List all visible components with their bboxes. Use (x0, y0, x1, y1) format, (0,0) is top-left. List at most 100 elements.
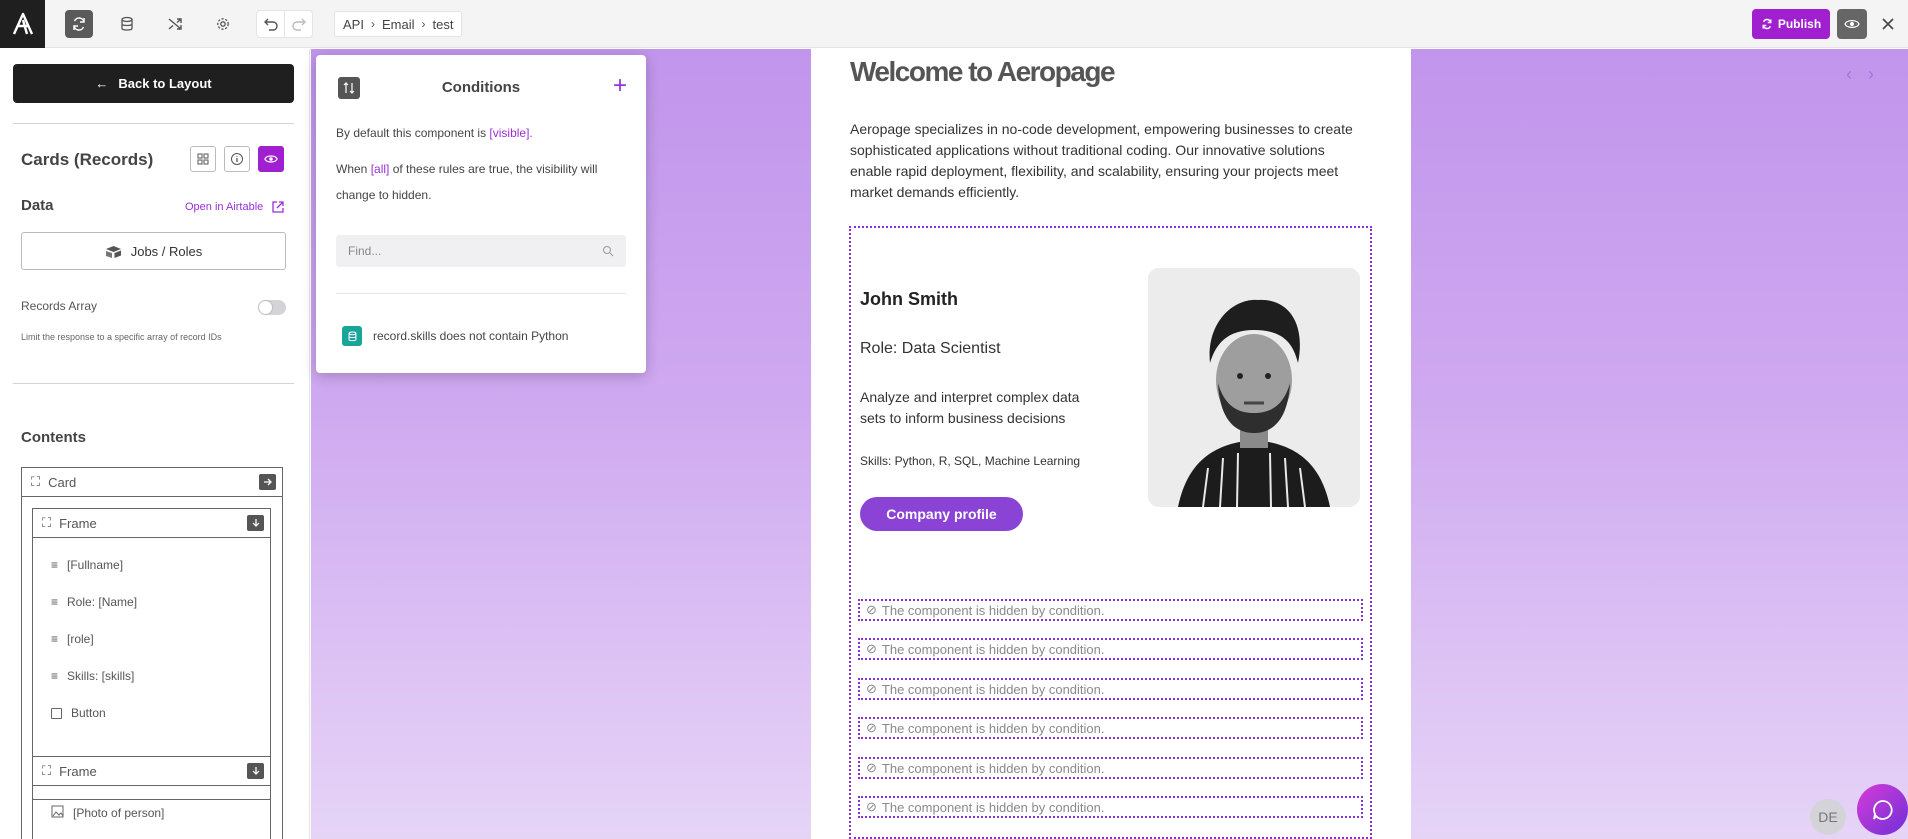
sync-icon (1762, 18, 1772, 30)
breadcrumb-item[interactable]: API (343, 17, 364, 32)
back-to-layout-button[interactable]: ← Back to Layout (13, 64, 294, 103)
tree-leaf-label: [role] (67, 632, 94, 646)
conditions-title: Conditions (441, 79, 521, 96)
hidden-message: The component is hidden by condition. (881, 602, 1105, 618)
person-photo (1148, 268, 1360, 507)
tree-leaf-button[interactable]: Button (51, 706, 106, 720)
tree-leaf-label: [Photo of person] (73, 806, 165, 820)
rule-database-icon (342, 326, 362, 346)
frame-icon: ⛶ (42, 763, 52, 778)
tree-leaf-role[interactable]: ≡ [role] (51, 632, 94, 646)
hidden-component-placeholder[interactable]: ⊘ The component is hidden by condition. (858, 638, 1363, 660)
divider (13, 383, 294, 384)
tree-leaf-skills[interactable]: ≡ Skills: [skills] (51, 669, 134, 683)
find-input[interactable]: Find... (336, 235, 626, 267)
arrow-left-icon: ← (95, 76, 109, 91)
sync-icon[interactable] (65, 10, 93, 38)
hidden-message: The component is hidden by condition. (881, 641, 1105, 657)
chevron-right-icon: › (421, 17, 426, 31)
arrow-right-icon[interactable] (259, 474, 276, 490)
hidden-component-placeholder[interactable]: ⊘ The component is hidden by condition. (858, 717, 1363, 739)
rule-logic-text: When [all] of these rules are true, the … (336, 156, 636, 208)
airtable-icon (105, 245, 121, 258)
eye-off-icon: ⊘ (866, 760, 877, 775)
component-title: Cards (Records) (21, 150, 154, 169)
hidden-message: The component is hidden by condition. (881, 681, 1105, 697)
tree-leaf-fullname[interactable]: ≡ [Fullname] (51, 558, 123, 572)
default-visibility-text: By default this component is [visible]. (336, 120, 636, 146)
publish-button[interactable]: Publish (1752, 9, 1830, 39)
tree-node-frame[interactable]: ⛶ Frame (32, 756, 271, 786)
records-array-label: Records Array (21, 299, 98, 313)
condition-rule[interactable]: record.skills does not contain Python (373, 329, 568, 343)
hidden-component-placeholder[interactable]: ⊘ The component is hidden by condition. (858, 757, 1363, 779)
tree-leaf-photo[interactable]: [Photo of person] (51, 805, 164, 821)
frame-icon: ⛶ (31, 474, 41, 489)
rule-match-value[interactable]: [all] (371, 162, 390, 176)
database-icon[interactable] (113, 10, 141, 38)
company-profile-button[interactable]: Company profile (860, 497, 1023, 531)
hidden-component-placeholder[interactable]: ⊘ The component is hidden by condition. (858, 678, 1363, 700)
card-role: Role: Data Scientist (860, 340, 1001, 357)
visibility-eye-icon[interactable] (258, 146, 284, 172)
tree-leaf-role-name[interactable]: ≡ Role: [Name] (51, 595, 137, 609)
conditions-popup: Conditions + By default this component i… (316, 55, 646, 373)
tree-node-frame[interactable]: ⛶ Frame (32, 508, 271, 538)
eye-off-icon: ⊘ (866, 799, 877, 814)
divider (13, 123, 294, 124)
tree-node-label: Card (48, 474, 77, 490)
chevron-right-icon[interactable]: › (1868, 64, 1874, 85)
tree-leaf-label: Button (71, 706, 106, 720)
aeropage-logo[interactable] (0, 0, 45, 48)
contents-label: Contents (21, 429, 86, 446)
eye-icon (1844, 19, 1860, 29)
eye-off-icon: ⊘ (866, 720, 877, 735)
tree-leaf-label: [Fullname] (67, 558, 124, 572)
breadcrumb-item[interactable]: test (432, 17, 453, 32)
user-avatar[interactable]: DE (1810, 799, 1846, 835)
breadcrumb: API › Email › test (334, 11, 463, 37)
shuffle-icon[interactable] (161, 10, 189, 38)
gear-icon[interactable] (209, 10, 237, 38)
data-section-label: Data (21, 197, 54, 214)
table-select-button[interactable]: Jobs / Roles (21, 232, 286, 270)
page-heading: Welcome to Aeropage (850, 56, 1116, 87)
page-nav: ‹ › (1846, 64, 1874, 85)
grid-icon[interactable] (190, 146, 216, 172)
external-link-icon (272, 201, 284, 213)
breadcrumb-item[interactable]: Email (382, 17, 415, 32)
redo-icon[interactable] (284, 10, 313, 38)
text-lines-icon: ≡ (51, 669, 59, 683)
chat-button[interactable] (1857, 784, 1908, 835)
hidden-component-placeholder[interactable]: ⊘ The component is hidden by condition. (858, 599, 1363, 621)
tree-node-label: Frame (59, 515, 97, 531)
default-visibility-value[interactable]: [visible]. (489, 126, 532, 140)
card-fullname: John Smith (860, 289, 958, 309)
hidden-message: The component is hidden by condition. (881, 799, 1105, 815)
search-icon (603, 246, 614, 257)
open-in-airtable-label: Open in Airtable (185, 201, 264, 213)
chevron-left-icon[interactable]: ‹ (1846, 64, 1852, 85)
publish-label: Publish (1777, 17, 1822, 31)
open-in-airtable-link[interactable]: Open in Airtable (185, 200, 285, 214)
tree-leaf-label: Skills: [skills] (67, 669, 135, 683)
find-placeholder: Find... (348, 244, 382, 258)
arrow-down-icon[interactable] (247, 763, 264, 779)
table-name: Jobs / Roles (130, 243, 203, 259)
undo-icon[interactable] (256, 10, 285, 38)
card-skills: Skills: Python, R, SQL, Machine Learning (860, 454, 1081, 468)
hidden-message: The component is hidden by condition. (881, 720, 1105, 736)
arrow-down-icon[interactable] (247, 515, 264, 531)
info-icon[interactable] (224, 146, 250, 172)
chat-icon (1872, 799, 1893, 820)
text-lines-icon: ≡ (51, 595, 59, 609)
text-lines-icon: ≡ (51, 632, 59, 646)
preview-eye-button[interactable] (1837, 9, 1867, 39)
close-icon[interactable] (1878, 14, 1898, 34)
hidden-component-placeholder[interactable]: ⊘ The component is hidden by condition. (858, 796, 1363, 818)
image-icon (51, 805, 64, 821)
tree-node-card[interactable]: ⛶ Card (21, 467, 283, 497)
records-array-toggle[interactable] (258, 300, 286, 315)
add-condition-button[interactable]: + (613, 74, 627, 98)
tree-node-label: Frame (59, 763, 97, 779)
